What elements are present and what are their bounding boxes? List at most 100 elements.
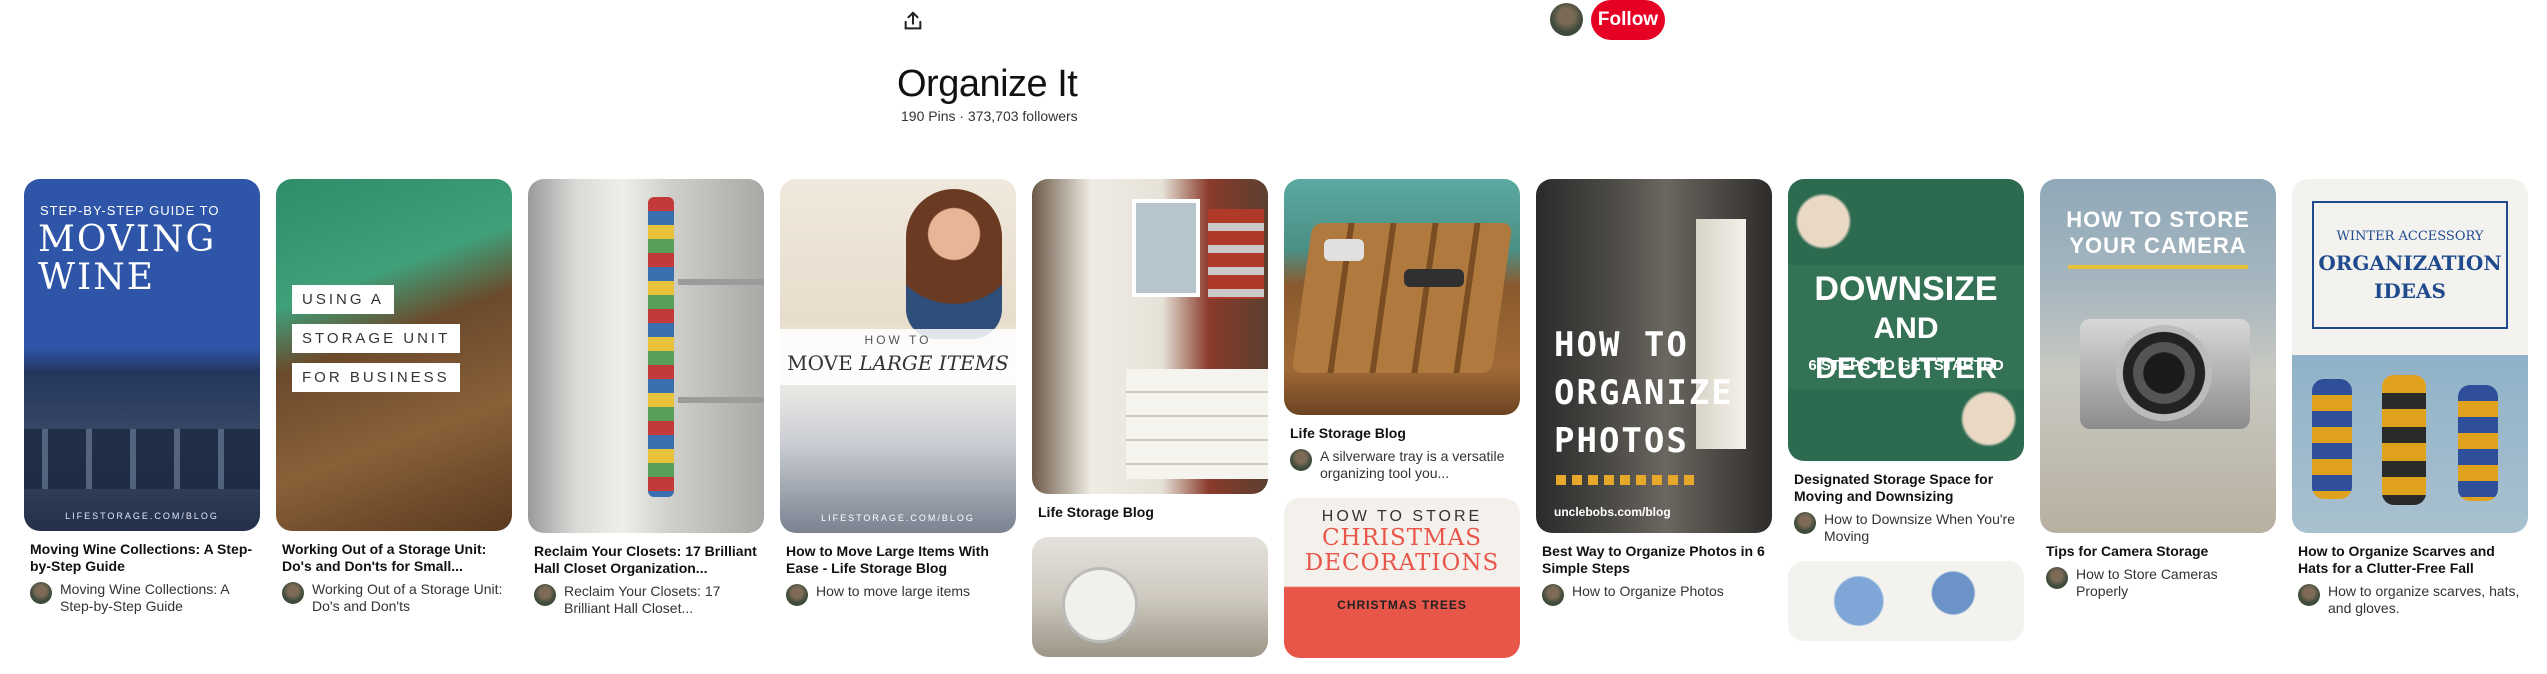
- pin-title[interactable]: Best Way to Organize Photos in 6 Simple …: [1542, 543, 1766, 577]
- pin-image-headline: HOW TO STORE YOUR CAMERA: [2066, 207, 2250, 258]
- pin-image-headline: MOVING WINE: [38, 219, 217, 298]
- pin-title[interactable]: Designated Storage Space for Moving and …: [1794, 471, 2018, 505]
- pinner-avatar[interactable]: [786, 584, 808, 606]
- pinner-avatar[interactable]: [534, 584, 556, 606]
- window-graphic: [1132, 199, 1200, 297]
- pin-image-subhead: 6 STEPS TO GET STARTED: [1808, 357, 2004, 374]
- pin-card[interactable]: [1032, 537, 1268, 657]
- pin-image[interactable]: HOW TO STORE CHRISTMAS DECORATIONS CHRIST…: [1284, 498, 1520, 658]
- pin-image-footer: LIFESTORAGE.COM/BLOG: [821, 513, 975, 523]
- pin-image[interactable]: USING A STORAGE UNIT FOR BUSINESS: [276, 179, 512, 531]
- pin-title[interactable]: Moving Wine Collections: A Step-by-Step …: [30, 541, 254, 575]
- bowl-graphic: [1062, 567, 1138, 643]
- pin-image[interactable]: WINTER ACCESSORY ORGANIZATION IDEAS: [2292, 179, 2528, 533]
- pin-card[interactable]: DOWNSIZE AND DECLUTTER 6 STEPS TO GET STA…: [1788, 179, 2024, 545]
- pin-attribution[interactable]: A silverware tray is a versatile organiz…: [1290, 448, 1514, 482]
- glove-graphic: [2382, 375, 2426, 505]
- pinner-avatar[interactable]: [282, 582, 304, 604]
- pin-card[interactable]: HOW TO MOVE LARGE ITEMS LIFESTORAGE.COM/…: [780, 179, 1016, 606]
- pin-description: A silverware tray is a versatile organiz…: [1320, 448, 1505, 481]
- follow-button[interactable]: Follow: [1591, 0, 1665, 40]
- share-icon: [904, 11, 922, 30]
- glove-graphic: [2458, 385, 2498, 501]
- pin-title[interactable]: Reclaim Your Closets: 17 Brilliant Hall …: [534, 543, 758, 577]
- pin-title[interactable]: Life Storage Blog: [1290, 425, 1514, 442]
- pin-image-headline: ORGANIZATION IDEAS: [2318, 251, 2502, 303]
- pin-column-8: DOWNSIZE AND DECLUTTER 6 STEPS TO GET STA…: [1788, 179, 2024, 657]
- pin-title[interactable]: How to Organize Scarves and Hats for a C…: [2298, 543, 2522, 577]
- pin-image[interactable]: DOWNSIZE AND DECLUTTER 6 STEPS TO GET STA…: [1788, 179, 2024, 461]
- board-stats: 190 Pins · 373,703 followers: [901, 108, 1078, 124]
- wire-shelf-graphic: [678, 397, 764, 403]
- drawers-graphic: [1126, 369, 1268, 479]
- pin-attribution[interactable]: How to move large items: [786, 583, 1010, 606]
- pin-image[interactable]: HOW TO ORGANIZE PHOTOS unclebobs.com/blog: [1536, 179, 1772, 533]
- pin-image[interactable]: HOW TO STORE YOUR CAMERA: [2040, 179, 2276, 533]
- pinner-avatar[interactable]: [2298, 584, 2320, 606]
- pinner-avatar[interactable]: [2046, 567, 2068, 589]
- pin-attribution[interactable]: Reclaim Your Closets: 17 Brilliant Hall …: [534, 583, 758, 617]
- pin-image-kicker: HOW TO STORE: [1321, 508, 1483, 525]
- pin-image[interactable]: [1284, 179, 1520, 415]
- pin-card[interactable]: [1788, 561, 2024, 641]
- pin-column-7: HOW TO ORGANIZE PHOTOS unclebobs.com/blog …: [1536, 179, 1772, 622]
- share-button[interactable]: [896, 4, 930, 38]
- pin-column-10: WINTER ACCESSORY ORGANIZATION IDEAS How t…: [2292, 179, 2528, 633]
- pin-description: Moving Wine Collections: A Step-by-Step …: [60, 581, 229, 614]
- pin-attribution[interactable]: How to Downsize When You're Moving: [1794, 511, 2018, 545]
- pin-image[interactable]: [1032, 179, 1268, 494]
- pin-image[interactable]: [1788, 561, 2024, 641]
- pin-column-3: Reclaim Your Closets: 17 Brilliant Hall …: [528, 179, 764, 633]
- gadget-graphic: [1324, 239, 1364, 261]
- pin-card[interactable]: HOW TO STORE YOUR CAMERA Tips for Camera …: [2040, 179, 2276, 600]
- pin-title[interactable]: Life Storage Blog: [1038, 504, 1262, 521]
- pin-card[interactable]: STEP-BY-STEP GUIDE TO MOVING WINE LIFESTO…: [24, 179, 260, 615]
- board-title: Organize It: [897, 63, 1078, 105]
- wine-bottles-graphic: [24, 429, 260, 489]
- pin-description: How to Downsize When You're Moving: [1824, 511, 2015, 544]
- pin-column-1: STEP-BY-STEP GUIDE TO MOVING WINE LIFESTO…: [24, 179, 260, 631]
- pin-image[interactable]: STEP-BY-STEP GUIDE TO MOVING WINE LIFESTO…: [24, 179, 260, 531]
- pin-description: How to Organize Photos: [1572, 583, 1724, 599]
- pin-image-headline: CHRISTMAS DECORATIONS: [1304, 525, 1500, 576]
- pin-card[interactable]: HOW TO ORGANIZE PHOTOS unclebobs.com/blog …: [1536, 179, 1772, 606]
- pin-attribution[interactable]: Working Out of a Storage Unit: Do's and …: [282, 581, 506, 615]
- pin-column-4: HOW TO MOVE LARGE ITEMS LIFESTORAGE.COM/…: [780, 179, 1016, 622]
- glove-graphic: [2312, 379, 2352, 499]
- pin-title[interactable]: Tips for Camera Storage: [2046, 543, 2270, 560]
- pin-attribution[interactable]: How to Store Cameras Properly: [2046, 566, 2270, 600]
- pin-column-9: HOW TO STORE YOUR CAMERA Tips for Camera …: [2040, 179, 2276, 616]
- pinner-avatar[interactable]: [1794, 512, 1816, 534]
- pin-description: How to move large items: [816, 583, 971, 599]
- pin-title[interactable]: Working Out of a Storage Unit: Do's and …: [282, 541, 506, 575]
- pin-column-6: Life Storage Blog A silverware tray is a…: [1284, 179, 1520, 674]
- accent-rule-graphic: [2068, 265, 2248, 269]
- pin-attribution[interactable]: How to organize scarves, hats, and glove…: [2298, 583, 2522, 617]
- pin-description: Reclaim Your Closets: 17 Brilliant Hall …: [564, 583, 721, 616]
- pin-image-kicker: STEP-BY-STEP GUIDE TO: [40, 203, 220, 218]
- pin-attribution[interactable]: Moving Wine Collections: A Step-by-Step …: [30, 581, 254, 615]
- pin-title[interactable]: How to Move Large Items With Ease - Life…: [786, 543, 1010, 577]
- pin-image[interactable]: [528, 179, 764, 533]
- board-owner-avatar[interactable]: [1550, 3, 1583, 36]
- spice-rack-graphic: [1208, 209, 1264, 299]
- pin-image-headline: MOVE LARGE ITEMS: [787, 351, 1009, 375]
- pin-card[interactable]: Life Storage Blog A silverware tray is a…: [1284, 179, 1520, 482]
- pin-card[interactable]: HOW TO STORE CHRISTMAS DECORATIONS CHRIST…: [1284, 498, 1520, 658]
- pin-attribution[interactable]: How to Organize Photos: [1542, 583, 1766, 606]
- pin-card[interactable]: WINTER ACCESSORY ORGANIZATION IDEAS How t…: [2292, 179, 2528, 617]
- camera-lens-graphic: [2116, 325, 2212, 421]
- pin-card[interactable]: Life Storage Blog: [1032, 179, 1268, 521]
- pin-card[interactable]: USING A STORAGE UNIT FOR BUSINESS Workin…: [276, 179, 512, 615]
- pinner-avatar[interactable]: [1542, 584, 1564, 606]
- pinner-avatar[interactable]: [30, 582, 52, 604]
- pin-image[interactable]: [1032, 537, 1268, 657]
- film-strip-graphic: [1556, 475, 1696, 485]
- pin-description: How to organize scarves, hats, and glove…: [2328, 583, 2520, 616]
- pin-image-footer: LIFESTORAGE.COM/BLOG: [65, 511, 219, 521]
- pin-card[interactable]: Reclaim Your Closets: 17 Brilliant Hall …: [528, 179, 764, 617]
- pin-image[interactable]: HOW TO MOVE LARGE ITEMS LIFESTORAGE.COM/…: [780, 179, 1016, 533]
- pin-column-2: USING A STORAGE UNIT FOR BUSINESS Workin…: [276, 179, 512, 631]
- pin-image-subhead: CHRISTMAS TREES: [1337, 598, 1467, 612]
- pinner-avatar[interactable]: [1290, 449, 1312, 471]
